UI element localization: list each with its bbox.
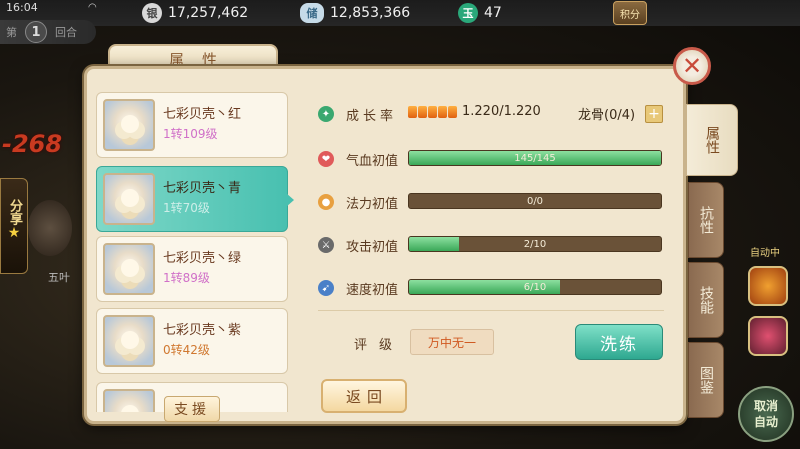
star-icon: ★ <box>7 225 21 241</box>
round-prefix: 第 <box>6 26 17 39</box>
stat-bar-text: 2/10 <box>523 238 547 250</box>
cancel-auto-line1: 取消 <box>753 399 778 413</box>
pet-card[interactable]: 七彩贝壳丶紫 0转42级 <box>96 308 288 374</box>
stat-row-attack: ⚔ 攻击初值 <box>318 235 410 255</box>
add-dragon-bone-button[interactable]: + <box>645 105 663 123</box>
reserve-value: 12,853,366 <box>330 5 411 21</box>
top-status-bar: 16:04 ◠ 银 17,257,462 储 12,853,366 玉 47 积… <box>0 0 800 26</box>
pet-name: 七彩贝壳丶青 <box>163 181 242 196</box>
silver-coin-icon: 银 <box>142 3 162 23</box>
stat-label: 气血初值 <box>346 153 399 169</box>
wash-button[interactable]: 洗练 <box>575 324 663 360</box>
resource-jade[interactable]: 玉 47 <box>458 2 502 24</box>
divider <box>318 310 664 311</box>
stat-bar-speed: 6/10 <box>408 279 662 295</box>
resource-reserve[interactable]: 储 12,853,366 <box>300 2 410 24</box>
pet-level: 1转70级 <box>163 201 210 215</box>
pet-thumbnail <box>103 315 155 367</box>
jade-icon: 玉 <box>458 3 478 23</box>
share-button[interactable]: 分享 ★ <box>0 178 28 274</box>
heart-icon: ❤ <box>318 151 334 167</box>
support-button[interactable]: 支援 <box>164 396 220 422</box>
skill-slot-icon[interactable] <box>748 266 788 306</box>
cancel-auto-button[interactable]: 取消 自动 <box>738 386 794 442</box>
close-button[interactable]: ✕ <box>673 47 711 85</box>
tab-label: 抗性 <box>698 206 714 234</box>
clock: 16:04 <box>6 1 38 14</box>
item-slot-icon[interactable] <box>748 316 788 356</box>
pet-level: 1转109级 <box>163 127 218 141</box>
round-number: 1 <box>25 21 47 43</box>
stat-bar-text: 6/10 <box>523 281 547 293</box>
growth-value: 1.220/1.220 <box>462 104 541 119</box>
share-label: 分享 <box>7 199 22 225</box>
dragon-bone-label: 龙骨(0/4) <box>578 108 636 123</box>
player-avatar <box>28 200 72 256</box>
leaf-icon: ✦ <box>318 106 334 122</box>
back-button[interactable]: 返回 <box>321 379 407 413</box>
reserve-coin-icon: 储 <box>300 3 324 23</box>
selection-arrow-icon <box>286 193 294 207</box>
tab-resistance[interactable]: 抗性 <box>688 182 724 258</box>
jade-value: 47 <box>484 5 502 21</box>
pet-level: 1转89级 <box>163 271 210 285</box>
pet-thumbnail <box>103 99 155 151</box>
rating-label: 评级 <box>354 338 405 353</box>
pet-name: 七彩贝壳丶紫 <box>163 323 242 338</box>
damage-number: -268 <box>2 130 63 158</box>
auto-label: 自动中 <box>750 248 780 259</box>
wifi-icon: ◠ <box>88 2 97 13</box>
score-button[interactable]: 积分 <box>613 1 647 25</box>
close-icon: ✕ <box>681 52 703 80</box>
stat-bar-mp: 0/0 <box>408 193 662 209</box>
resource-silver[interactable]: 银 17,257,462 <box>142 2 248 24</box>
pet-card[interactable]: 七彩贝壳丶红 1转109级 <box>96 92 288 158</box>
mana-icon: ● <box>318 194 334 210</box>
pet-list[interactable]: 七彩贝壳丶红 1转109级 七彩贝壳丶青 1转70级 七彩贝壳丶绿 1转89级 … <box>96 88 288 412</box>
stat-bar-hp: 145/145 <box>408 150 662 166</box>
tab-attributes[interactable]: 属性 <box>686 104 738 176</box>
tab-label: 图鉴 <box>698 366 714 394</box>
tab-skills[interactable]: 技能 <box>688 262 724 338</box>
pet-name: 七彩贝壳丶绿 <box>163 251 242 266</box>
pet-level: 0转42级 <box>163 343 210 357</box>
growth-label: 成长率 <box>346 108 398 124</box>
tab-label: 技能 <box>698 286 714 314</box>
pet-card-selected[interactable]: 七彩贝壳丶青 1转70级 <box>96 166 288 232</box>
round-indicator: 第 1 回合 <box>0 20 96 44</box>
pet-thumbnail <box>103 173 155 225</box>
growth-row: ✦ 成长率 <box>318 104 410 124</box>
speed-icon: ➹ <box>318 280 334 296</box>
pet-thumbnail <box>103 389 155 412</box>
tab-label: 属性 <box>704 126 720 154</box>
stat-row-hp: ❤ 气血初值 <box>318 149 410 169</box>
stat-bar-text: 0/0 <box>526 195 544 207</box>
silver-value: 17,257,462 <box>168 5 249 21</box>
pet-name: 七彩贝壳丶红 <box>163 107 242 122</box>
cancel-auto-line2: 自动 <box>753 415 778 429</box>
growth-pips <box>408 106 457 118</box>
stat-label: 攻击初值 <box>346 239 399 255</box>
pet-card[interactable]: 七彩贝壳丶绿 1转89级 <box>96 236 288 302</box>
stat-bar-attack: 2/10 <box>408 236 662 252</box>
round-suffix: 回合 <box>55 26 77 39</box>
rating-value: 万中无一 <box>410 329 494 355</box>
stat-bar-text: 145/145 <box>514 152 556 164</box>
stat-label: 法力初值 <box>346 196 399 212</box>
stat-label: 速度初值 <box>346 282 399 298</box>
stat-row-speed: ➹ 速度初值 <box>318 278 410 298</box>
pet-thumbnail <box>103 243 155 295</box>
player-name: 五叶 <box>48 271 70 284</box>
stat-row-mp: ● 法力初值 <box>318 192 410 212</box>
tab-handbook[interactable]: 图鉴 <box>688 342 724 418</box>
sword-icon: ⚔ <box>318 237 334 253</box>
